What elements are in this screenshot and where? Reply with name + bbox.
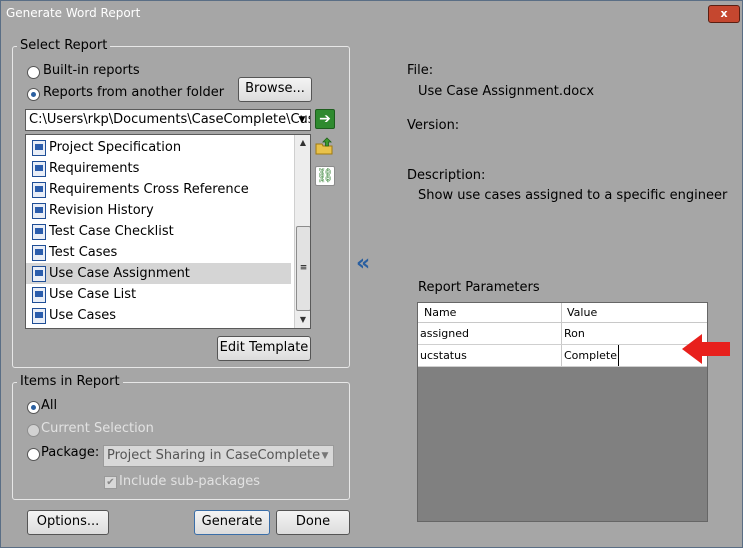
word-document-icon (32, 139, 46, 156)
name-column-header[interactable]: Name (418, 303, 559, 322)
package-label[interactable]: Package: (41, 445, 99, 460)
list-item[interactable]: Requirements (26, 158, 291, 179)
include-subpackages-label: Include sub-packages (119, 474, 261, 489)
chevron-down-icon: ▼ (321, 451, 329, 461)
scroll-down-icon[interactable]: ▼ (295, 312, 310, 328)
word-document-icon (32, 286, 46, 303)
folder-up-icon[interactable] (315, 137, 333, 155)
done-button[interactable]: Done (276, 510, 350, 535)
list-item[interactable]: Test Case Checklist (26, 221, 291, 242)
all-items-label[interactable]: All (41, 398, 57, 413)
current-selection-radio (27, 424, 40, 437)
collapse-panel-icon[interactable]: « (356, 251, 370, 276)
report-parameters-grid[interactable]: Name Value assigned Ron ucstatus Complet… (417, 302, 708, 522)
version-label: Version: (407, 118, 460, 133)
folder-up-glyph (315, 137, 333, 155)
value-column-header[interactable]: Value (561, 303, 707, 322)
report-name: Requirements (49, 161, 140, 176)
chevron-down-icon[interactable]: ▼ (294, 110, 310, 130)
param-name: assigned (420, 327, 469, 340)
include-subpackages-checkbox: ✔ (104, 476, 117, 489)
items-in-report-legend: Items in Report (17, 374, 123, 389)
folder-path-value: C:\Users\rkp\Documents\CaseComplete\Cust (29, 112, 311, 127)
generate-button[interactable]: Generate (194, 510, 270, 535)
list-item[interactable]: Revision History (26, 200, 291, 221)
param-name: ucstatus (420, 349, 467, 362)
other-folder-label[interactable]: Reports from another folder (43, 85, 224, 100)
package-value: Project Sharing in CaseComplete (107, 448, 321, 463)
report-name: Use Cases (49, 308, 117, 323)
list-item[interactable]: Project Specification (26, 137, 291, 158)
word-document-icon (32, 265, 46, 282)
list-item[interactable]: Requirements Cross Reference (26, 179, 291, 200)
table-row[interactable]: ucstatus Complete (418, 345, 707, 367)
select-report-legend: Select Report (17, 38, 111, 53)
word-document-icon (32, 202, 46, 219)
current-selection-label: Current Selection (41, 421, 154, 436)
folder-path-combo[interactable]: C:\Users\rkp\Documents\CaseComplete\Cust… (25, 109, 311, 131)
report-parameters-title: Report Parameters (418, 280, 540, 295)
list-item[interactable]: Use Case List (26, 284, 291, 305)
edit-template-button[interactable]: Edit Template (217, 336, 311, 361)
report-name: Test Case Checklist (49, 224, 174, 239)
report-name: Revision History (49, 203, 154, 218)
word-document-icon (32, 307, 46, 324)
file-label: File: (407, 63, 434, 78)
report-name: Test Cases (49, 245, 118, 260)
column-divider (561, 303, 562, 322)
word-document-icon (32, 181, 46, 198)
report-list-scrollbar[interactable]: ▲ ≡ ▼ (294, 135, 310, 328)
report-name: Use Case List (49, 287, 137, 302)
list-item[interactable]: Test Cases (26, 242, 291, 263)
param-value[interactable]: Ron (562, 323, 585, 344)
scroll-up-icon[interactable]: ▲ (295, 135, 310, 151)
param-value-editing[interactable]: Complete (562, 345, 620, 366)
annotation-arrow-icon (682, 334, 730, 364)
report-list[interactable]: Project Specification Requirements Requi… (25, 134, 311, 329)
report-name: Use Case Assignment (49, 266, 190, 281)
report-name: Requirements Cross Reference (49, 182, 249, 197)
other-folder-radio[interactable] (27, 88, 40, 101)
package-radio[interactable] (27, 448, 40, 461)
word-document-icon (32, 160, 46, 177)
go-arrow-icon[interactable]: ➔ (315, 109, 335, 129)
dialog-body: Select Report Built-in reports Reports f… (5, 27, 738, 542)
link-icon[interactable]: ⛓ (315, 166, 335, 186)
all-items-radio[interactable] (27, 401, 40, 414)
grid-header: Name Value (418, 303, 707, 323)
options-button[interactable]: Options... (27, 510, 109, 535)
word-document-icon (32, 244, 46, 261)
list-item[interactable]: Use Cases (26, 305, 291, 326)
file-value: Use Case Assignment.docx (418, 84, 595, 99)
package-combo: Project Sharing in CaseComplete ▼ (103, 445, 334, 467)
scroll-thumb[interactable]: ≡ (296, 226, 310, 311)
generate-word-report-dialog: Generate Word Report x Select Report Bui… (0, 0, 743, 548)
report-name: Project Specification (49, 140, 182, 155)
builtin-reports-label[interactable]: Built-in reports (43, 63, 140, 78)
close-button[interactable]: x (708, 5, 740, 23)
list-item-selected[interactable]: Use Case Assignment (26, 263, 291, 284)
window-title: Generate Word Report (6, 6, 141, 20)
title-bar: Generate Word Report x (1, 1, 742, 27)
table-row[interactable]: assigned Ron (418, 323, 707, 345)
description-label: Description: (407, 168, 486, 183)
word-document-icon (32, 223, 46, 240)
builtin-reports-radio[interactable] (27, 66, 40, 79)
description-value: Show use cases assigned to a specific en… (418, 188, 728, 203)
browse-button[interactable]: Browse... (238, 77, 312, 102)
